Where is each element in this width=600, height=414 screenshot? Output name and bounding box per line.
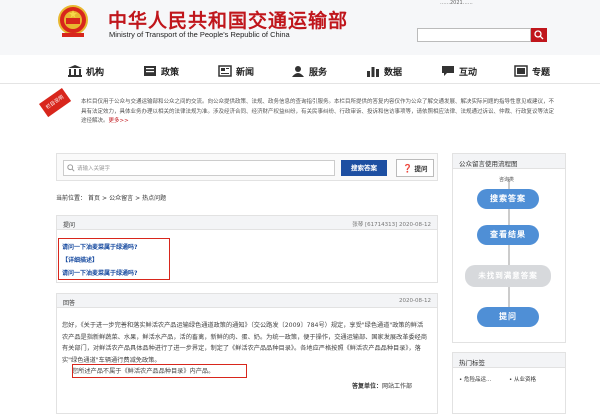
more-link[interactable]: 更多>> [109,118,129,124]
nav-item-shuju[interactable]: 数据 [366,64,402,78]
top-links[interactable]: ……2021…… [440,0,473,6]
nav-label: 专题 [532,67,551,78]
answer-unit-label: 答复单位： [352,383,383,390]
chat-icon [442,66,454,76]
breadcrumb-gzly[interactable]: 公众留言 [109,195,133,202]
question-detail: 请问一下油麦菜属于绿通吗? [62,270,138,277]
ask-label: 提问 [414,165,428,173]
search-answer-button[interactable]: 搜索答案 [341,160,387,176]
flow-ask-button[interactable]: 提问 [477,307,539,327]
service-icon [292,66,304,77]
question-card-header: 提问 张琴 [61714313] 2020-08-12 [57,216,437,230]
flow-not-found-button[interactable]: 未找到满意答案 [465,265,551,287]
nav-item-xinwen[interactable]: 新闻 [218,64,254,78]
hot-tags-title: 热门标签 [459,359,485,367]
hot-tag[interactable]: • 危险品运... [459,375,491,383]
nav-item-zhuanti[interactable]: 专题 [514,64,550,78]
answer-date: 2020-08-12 [399,298,431,304]
question-detail-label: 【详细描述】 [62,257,99,264]
building-icon [68,65,82,77]
answer-unit-name: 网站工作部 [382,383,413,390]
column-intro: 栏目说明 本栏目仅用于公众与交通运输部和公众之间的交流。向公众提供政策、法规、政… [39,87,559,142]
answer-card-header: 回答 2020-08-12 [57,294,437,308]
nav-item-jigou[interactable]: 机构 [68,64,104,78]
breadcrumb-sep: > [102,195,108,202]
flow-view-result-button[interactable]: 查看结果 [477,225,539,245]
site-subtitle: Ministry of Transport of the People's Re… [109,30,290,39]
nav-label: 服务 [309,67,328,78]
flow-chart-header: 公众留言使用流程图 [453,154,565,169]
hot-tag[interactable]: • 从业资格 [509,375,536,383]
search-icon [534,30,544,40]
question-search-bar: 请输入关键字 搜索答案 ❓ 提问 [56,153,438,181]
breadcrumb-sep: > [135,195,141,202]
hot-tags-header: 热门标签 [453,353,565,368]
nav-label: 新闻 [236,67,255,78]
nav-label: 互动 [459,67,478,78]
breadcrumb-prefix: 当前位置： [56,195,87,202]
breadcrumb: 当前位置： 首页 > 公众留言 > 热点问题 [56,193,438,207]
answer-highlight-box [72,364,247,378]
nav-item-zhengce[interactable]: 政策 [143,64,179,78]
question-label: 提问 [63,222,76,229]
answer-text: 您好，《关于进一步完善和落实鲜活农产品运输绿色通道政策的通知》（交公路发〔200… [62,322,428,364]
site-header: 中华人民共和国交通运输部 Ministry of Transport of th… [0,0,600,55]
flow-chart-panel: 公众留言使用流程图 咨询类 搜索答案 查看结果 未找到满意答案 提问 [452,153,566,343]
flow-search-button[interactable]: 搜索答案 [477,189,539,209]
search-icon [67,164,75,172]
book-icon [144,66,156,76]
topic-icon [514,65,528,77]
answer-label: 回答 [63,300,76,307]
site-title[interactable]: 中华人民共和国交通运输部 [108,6,348,33]
intro-text: 本栏目仅用于公众与交通运输部和公众之间的交流。向公众提供政策、法规、政务信息的查… [81,99,555,124]
nav-label: 机构 [86,67,105,78]
keyword-placeholder: 请输入关键字 [77,166,111,172]
breadcrumb-home[interactable]: 首页 [88,195,100,202]
answer-unit: 答复单位：网站工作部 [352,381,412,390]
main-nav: 机构 政策 新闻 服务 数据 互动 专题 [0,58,600,84]
national-emblem-icon [58,5,88,37]
newspaper-icon [218,65,232,77]
question-title: 请问一下油麦菜属于绿通吗? [62,244,138,251]
flow-chart-title: 公众留言使用流程图 [459,160,518,168]
intro-ribbon: 栏目说明 [39,87,72,118]
nav-item-hudong[interactable]: 互动 [441,64,477,78]
keyword-input[interactable]: 请输入关键字 [63,160,335,176]
site-search-input[interactable] [417,28,531,42]
breadcrumb-current: 热点问题 [142,195,167,202]
site-search-button[interactable] [531,28,547,42]
ask-button[interactable]: ❓ 提问 [396,159,434,177]
nav-label: 政策 [161,67,180,78]
nav-item-fuwu[interactable]: 服务 [291,64,327,78]
question-meta: 张琴 [61714313] 2020-08-12 [352,222,431,228]
flow-start-label: 咨询类 [499,177,515,183]
question-icon: ❓ [402,163,413,173]
nav-label: 数据 [384,67,403,78]
hot-tags-panel: 热门标签 • 危险品运... • 从业资格 [452,352,566,414]
chart-icon [367,67,379,77]
